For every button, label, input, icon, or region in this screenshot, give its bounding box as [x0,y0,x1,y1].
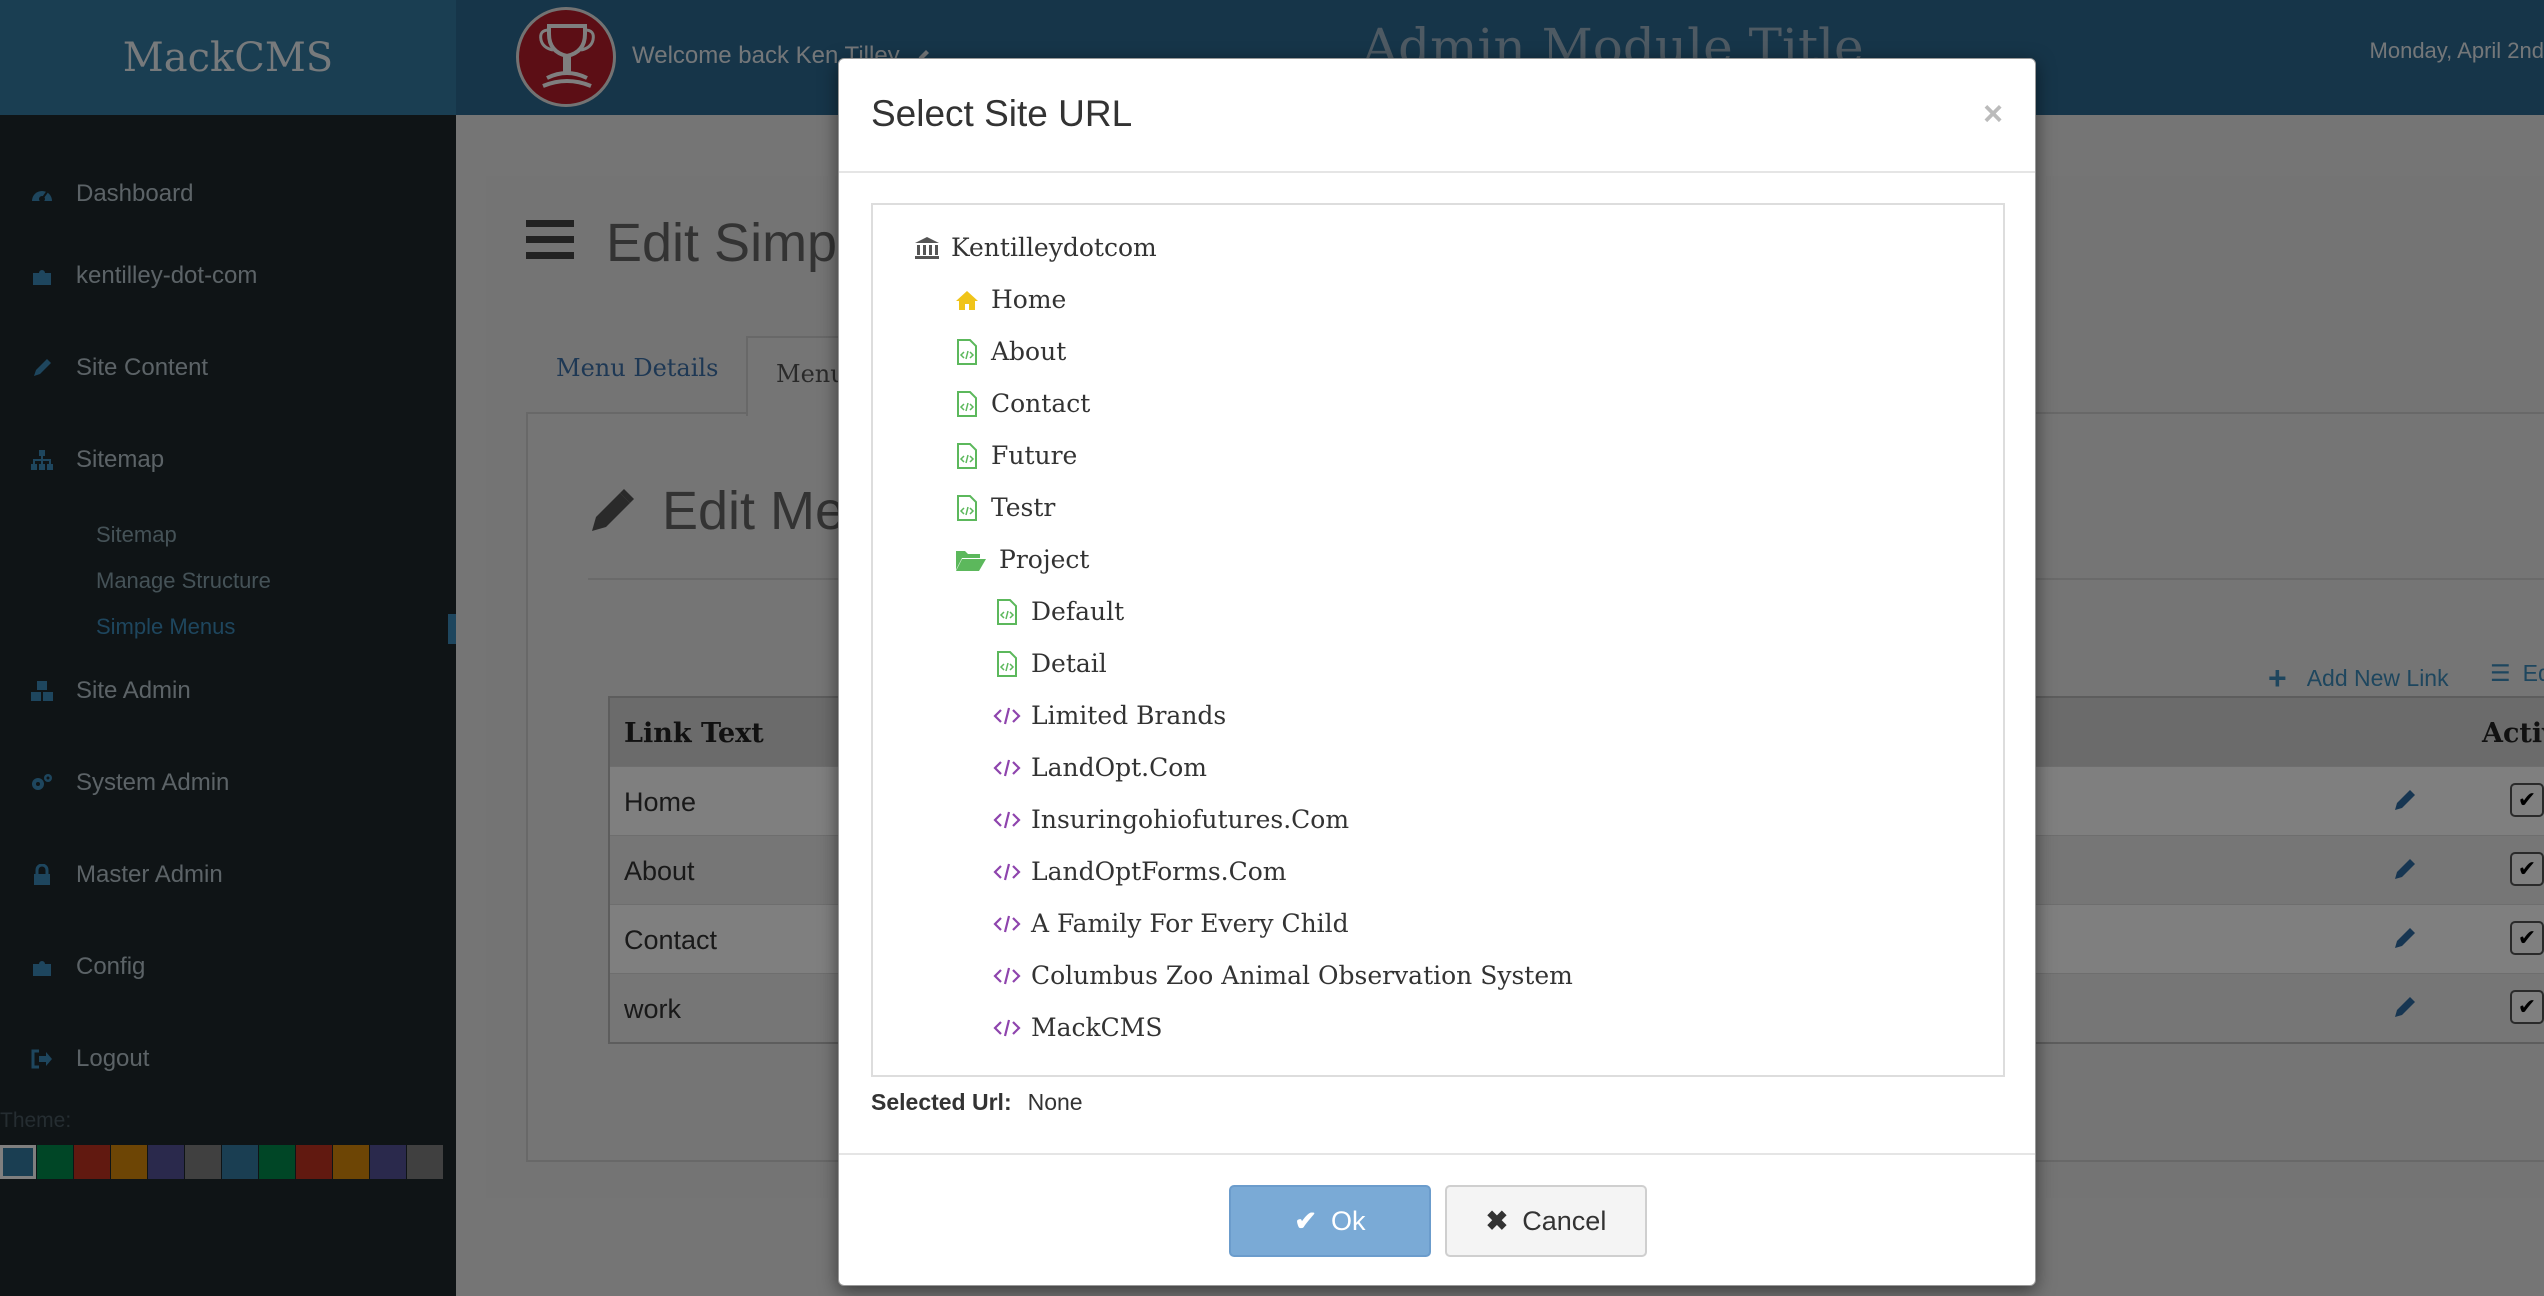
tree-node-folder[interactable]: Project [953,545,1089,574]
close-x-icon: ✖ [1485,1205,1509,1236]
code-icon [993,806,1021,834]
site-tree: Kentilleydotcom Home About Contact Futur… [871,203,2005,1077]
code-icon [993,1014,1021,1042]
tree-node-label: A Family For Every Child [1031,909,1349,938]
home-icon [953,286,981,314]
selected-url-value: None [1027,1089,1083,1115]
tree-node[interactable]: Testr [953,493,1055,522]
close-icon[interactable]: × [1983,95,2003,134]
tree-node[interactable]: Default [993,597,1124,626]
tree-node-label: Project [999,545,1090,574]
check-icon: ✔ [1294,1205,1318,1236]
tree-node-label: Home [991,285,1067,314]
tree-node[interactable]: A Family For Every Child [993,909,1349,938]
page-code-icon [953,390,981,418]
code-icon [993,858,1021,886]
tree-node[interactable]: Insuringohiofutures.Com [993,805,1349,834]
tree-node-label: Insuringohiofutures.Com [1031,805,1350,834]
tree-node[interactable]: LandOpt.Com [993,753,1207,782]
code-icon [993,910,1021,938]
tree-node-label: MackCMS [1031,1013,1163,1042]
page-code-icon [953,338,981,366]
tree-node[interactable]: MackCMS [993,1013,1163,1042]
tree-node-label: Future [991,441,1078,470]
tree-node-label: LandOpt.Com [1031,753,1207,782]
tree-node[interactable]: Home [953,285,1066,314]
cancel-label: Cancel [1522,1205,1607,1236]
bank-icon [913,234,941,262]
code-icon [993,962,1021,990]
tree-node-label: Detail [1031,649,1107,678]
tree-node-label: About [991,337,1067,366]
tree-node-label: Kentilleydotcom [951,233,1157,262]
modal-header: Select Site URL × [839,59,2035,173]
modal-title: Select Site URL [871,93,1133,134]
page-code-icon [953,442,981,470]
tree-node-label: Contact [991,389,1091,418]
cancel-button[interactable]: ✖ Cancel [1445,1185,1647,1257]
folder-open-icon [953,546,989,574]
tree-node[interactable]: Detail [993,649,1107,678]
tree-node[interactable]: About [953,337,1066,366]
tree-node-label: Columbus Zoo Animal Observation System [1031,961,1573,990]
page-code-icon [993,650,1021,678]
tree-node-label: Testr [991,493,1056,522]
tree-node[interactable]: Future [953,441,1077,470]
ok-button[interactable]: ✔ Ok [1229,1185,1431,1257]
code-icon [993,754,1021,782]
ok-label: Ok [1331,1205,1366,1236]
select-site-url-dialog: Select Site URL × Kentilleydotcom Home A… [838,58,2036,1286]
tree-node[interactable]: Contact [953,389,1090,418]
tree-node-root[interactable]: Kentilleydotcom [913,233,1157,262]
tree-node-label: Default [1031,597,1125,626]
modal-footer-divider [839,1153,2035,1155]
tree-node[interactable]: Limited Brands [993,701,1226,730]
page-code-icon [953,494,981,522]
tree-node-label: Limited Brands [1031,701,1227,730]
tree-node[interactable]: LandOptForms.Com [993,857,1287,886]
tree-node-label: LandOptForms.Com [1031,857,1287,886]
page-code-icon [993,598,1021,626]
selected-url-row: Selected Url: None [871,1089,1083,1116]
tree-node[interactable]: Columbus Zoo Animal Observation System [993,961,1573,990]
code-icon [993,702,1021,730]
selected-url-label: Selected Url: [871,1089,1012,1115]
